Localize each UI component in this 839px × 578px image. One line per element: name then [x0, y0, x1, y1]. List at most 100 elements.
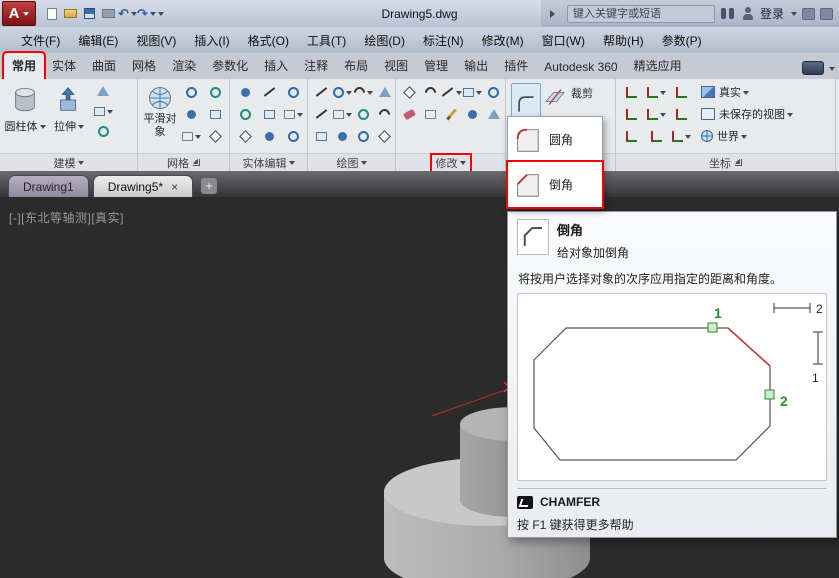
- tab-render[interactable]: 渲染: [164, 53, 204, 79]
- search-icon[interactable]: [720, 7, 736, 20]
- panel-label-mesh[interactable]: 网格: [138, 153, 229, 171]
- clean-button[interactable]: [281, 127, 305, 145]
- polyline-button[interactable]: [311, 83, 332, 101]
- hatch-button[interactable]: [311, 127, 332, 145]
- scale-button[interactable]: [462, 105, 483, 123]
- viewport-label[interactable]: [-][东北等轴测][真实]: [9, 209, 124, 226]
- ucs-view-button[interactable]: [669, 105, 694, 123]
- tab-layout[interactable]: 布局: [336, 53, 376, 79]
- named-view-dropdown[interactable]: 未保存的视图: [698, 103, 796, 125]
- panel-label-solid-editing[interactable]: 实体编辑: [230, 153, 307, 171]
- region-button[interactable]: [374, 127, 395, 145]
- undo-button[interactable]: ↶: [118, 6, 137, 22]
- dialog-launcher-icon[interactable]: [193, 159, 200, 166]
- explode-button[interactable]: [483, 105, 504, 123]
- mesh-crease-button[interactable]: [203, 105, 227, 123]
- ucs-object-button[interactable]: [619, 127, 644, 145]
- cylinder-button[interactable]: 圆柱体: [3, 81, 47, 153]
- mirror-button[interactable]: [441, 105, 462, 123]
- mesh-refine-button[interactable]: [203, 83, 227, 101]
- menu-parameters[interactable]: 参数(P): [653, 28, 711, 53]
- menu-window[interactable]: 窗口(W): [533, 28, 594, 53]
- imprint-button[interactable]: [257, 127, 281, 145]
- polygon-button[interactable]: [374, 83, 395, 101]
- mesh-smooth-more-button[interactable]: [179, 83, 203, 101]
- user-icon[interactable]: [741, 6, 755, 21]
- arc-button[interactable]: [351, 83, 374, 101]
- tab-mesh[interactable]: 网格: [124, 53, 164, 79]
- polysolid-button[interactable]: [93, 102, 113, 120]
- ucs-previous-button[interactable]: [619, 105, 644, 123]
- visual-style-dropdown[interactable]: 真实: [698, 81, 796, 103]
- exchange-apps-icon[interactable]: [802, 7, 815, 20]
- menu-edit[interactable]: 编辑(E): [69, 28, 127, 53]
- dialog-launcher-icon[interactable]: [735, 159, 742, 166]
- menu-insert[interactable]: 插入(I): [185, 28, 238, 53]
- doc-tab-drawing1[interactable]: Drawing1: [8, 175, 89, 197]
- help-menu-icon[interactable]: [820, 7, 833, 20]
- presspull-button[interactable]: [93, 82, 113, 100]
- rotate-button[interactable]: [420, 83, 441, 101]
- chevron-down-icon[interactable]: [791, 12, 797, 19]
- subtract-button[interactable]: [233, 105, 257, 123]
- tab-view[interactable]: 视图: [376, 53, 416, 79]
- open-file-button[interactable]: [62, 6, 79, 22]
- mesh-split-button[interactable]: [203, 127, 227, 145]
- ellipse-button[interactable]: [353, 105, 374, 123]
- ucs-button[interactable]: [619, 83, 644, 101]
- point-button[interactable]: [332, 127, 353, 145]
- menu-help[interactable]: 帮助(H): [594, 28, 653, 53]
- close-tab-icon[interactable]: ×: [171, 181, 178, 193]
- intersect-button[interactable]: [233, 127, 257, 145]
- ucs-world-button[interactable]: [644, 127, 669, 145]
- infocenter-collapse-icon[interactable]: [549, 9, 559, 18]
- tab-output[interactable]: 输出: [456, 53, 496, 79]
- array-button[interactable]: [462, 83, 483, 101]
- circle-button[interactable]: [332, 83, 353, 101]
- ucs-named-button[interactable]: [669, 127, 694, 145]
- panel-label-draw[interactable]: 绘图: [308, 153, 395, 171]
- trim-button[interactable]: [441, 83, 462, 101]
- revolve-button[interactable]: [93, 122, 113, 140]
- new-tab-button[interactable]: +: [201, 178, 218, 194]
- tab-home[interactable]: 常用: [4, 53, 45, 79]
- copy-button[interactable]: [420, 105, 441, 123]
- menu-format[interactable]: 格式(O): [239, 28, 298, 53]
- erase-button[interactable]: [399, 105, 420, 123]
- tab-solid[interactable]: 实体: [44, 53, 84, 79]
- chevron-down-icon[interactable]: [149, 12, 156, 19]
- fillet-menu-item[interactable]: 圆角: [508, 117, 602, 162]
- move-button[interactable]: [399, 83, 420, 101]
- shell-button[interactable]: [281, 105, 305, 123]
- panel-label-modeling[interactable]: 建模: [0, 153, 137, 171]
- sign-in-label[interactable]: 登录: [760, 5, 784, 22]
- doc-tab-drawing5[interactable]: Drawing5* ×: [92, 175, 194, 197]
- tab-annotate[interactable]: 注释: [296, 53, 336, 79]
- panel-label-modify[interactable]: 修改: [396, 153, 505, 171]
- union-button[interactable]: [233, 83, 257, 101]
- chamfer-menu-item[interactable]: 倒角: [508, 162, 602, 207]
- extrude-button[interactable]: 拉伸: [47, 81, 91, 153]
- spline-button[interactable]: [374, 105, 395, 123]
- tab-featured-apps[interactable]: 精选应用: [626, 53, 690, 79]
- redo-button[interactable]: ↷: [137, 6, 156, 22]
- chevron-down-icon[interactable]: [130, 12, 137, 19]
- plot-button[interactable]: [100, 6, 117, 22]
- line-button[interactable]: [311, 105, 332, 123]
- ucs-origin-button[interactable]: [644, 83, 669, 101]
- save-button[interactable]: [81, 6, 98, 22]
- ucs-z-axis-button[interactable]: [669, 83, 694, 101]
- ucs-world-dropdown[interactable]: 世界: [698, 125, 796, 147]
- menu-draw[interactable]: 绘图(D): [355, 28, 414, 53]
- mesh-smooth-less-button[interactable]: [179, 105, 203, 123]
- mesh-extrude-face-button[interactable]: [179, 127, 203, 145]
- tab-plugins[interactable]: 插件: [496, 53, 536, 79]
- menu-file[interactable]: 文件(F): [12, 28, 69, 53]
- menu-dimension[interactable]: 标注(N): [414, 28, 473, 53]
- rectangle-button[interactable]: [332, 105, 353, 123]
- ucs-face-button[interactable]: [644, 105, 669, 123]
- smooth-object-button[interactable]: 平滑对象: [141, 81, 179, 153]
- slice-button[interactable]: [257, 83, 281, 101]
- menu-modify[interactable]: 修改(M): [473, 28, 533, 53]
- menu-view[interactable]: 视图(V): [127, 28, 185, 53]
